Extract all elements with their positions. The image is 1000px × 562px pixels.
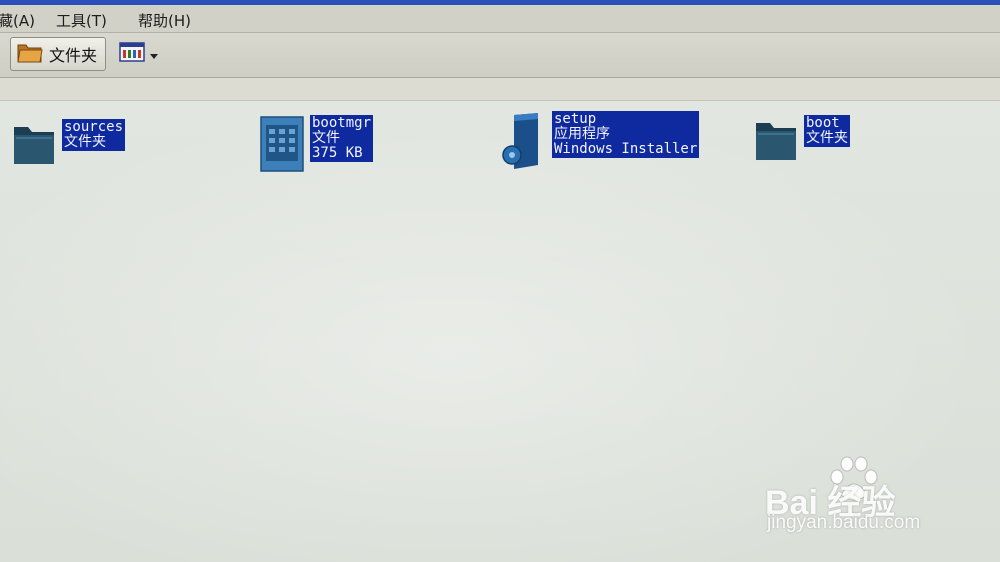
folder-icon <box>17 41 43 67</box>
system-file-icon <box>258 115 306 175</box>
menu-tools[interactable]: 工具(T) <box>56 10 107 31</box>
file-label-setup: setup 应用程序 Windows Installer <box>552 111 700 158</box>
file-label-boot: boot 文件夹 <box>804 115 850 147</box>
menu-bar: 藏(A) 工具(T) 帮助(H) <box>0 5 1000 33</box>
address-bar-area <box>0 78 1000 101</box>
folders-button-label: 文件夹 <box>49 46 98 65</box>
file-type: 文件夹 <box>64 134 106 150</box>
file-label-sources: sources 文件夹 <box>62 119 126 151</box>
file-name: setup <box>554 111 597 127</box>
baidu-watermark: Bai 经验 jingyan.baidu.com <box>765 455 985 545</box>
folders-button[interactable]: 文件夹 <box>10 37 106 71</box>
file-item-sources[interactable]: sources 文件夹 <box>10 119 126 179</box>
file-name: boot <box>806 115 840 131</box>
file-name: sources <box>64 119 124 135</box>
file-item-bootmgr[interactable]: bootmgr 文件 375 KB <box>258 115 374 175</box>
toolbar: 文件夹 <box>0 33 1000 78</box>
watermark-url: jingyan.baidu.com <box>767 512 921 533</box>
menu-help[interactable]: 帮助(H) <box>138 10 191 31</box>
views-button[interactable] <box>115 41 163 67</box>
views-icon <box>119 42 145 66</box>
file-label-bootmgr: bootmgr 文件 375 KB <box>310 115 374 162</box>
file-type: 文件夹 <box>806 130 848 146</box>
file-item-setup[interactable]: setup 应用程序 Windows Installer <box>500 111 700 171</box>
folder-icon <box>10 119 58 179</box>
file-type: 文件 <box>312 130 340 146</box>
menu-favorites[interactable]: 藏(A) <box>0 10 35 31</box>
chevron-down-icon <box>149 45 159 64</box>
file-description: Windows Installer <box>554 141 698 157</box>
file-name: bootmgr <box>312 115 372 131</box>
folder-icon <box>752 115 800 175</box>
file-size: 375 KB <box>312 145 363 161</box>
setup-installer-icon <box>500 111 548 171</box>
file-item-boot[interactable]: boot 文件夹 <box>752 115 850 175</box>
file-type: 应用程序 <box>554 126 610 142</box>
